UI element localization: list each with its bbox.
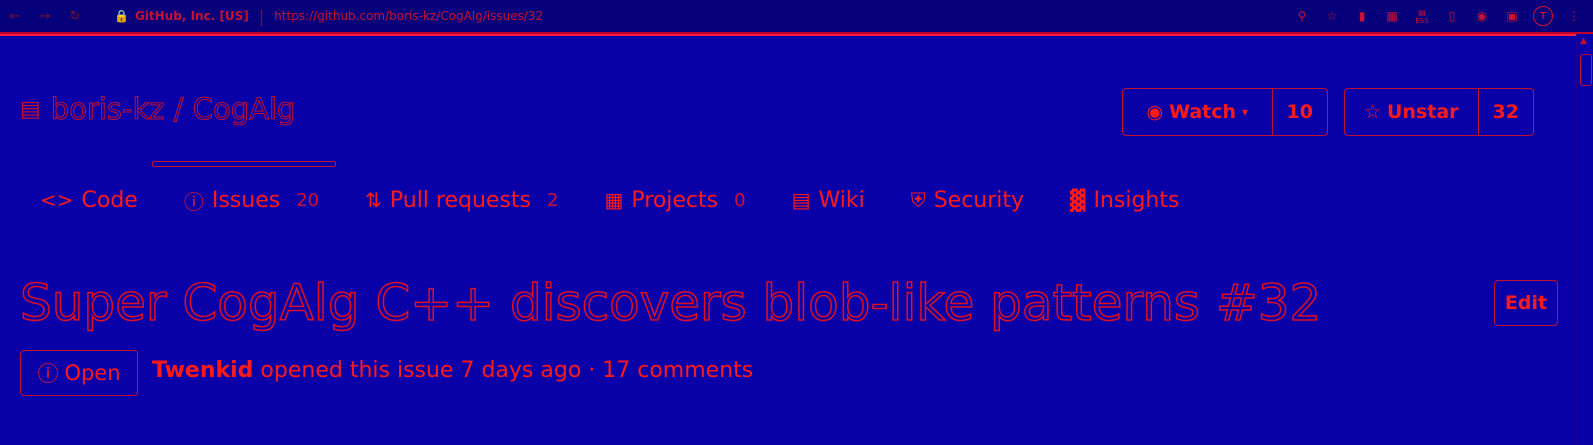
tab-wiki[interactable]: ▤ Wiki xyxy=(792,188,865,213)
forward-icon[interactable]: → xyxy=(30,0,60,32)
watch-button[interactable]: ◉ Watch ▾ xyxy=(1123,89,1273,135)
lock-icon: 🔒 xyxy=(114,9,129,23)
scrollbar-thumb[interactable] xyxy=(1580,54,1592,86)
issue-meta-text: opened this issue 7 days ago · 17 commen… xyxy=(260,358,754,383)
zoom-icon[interactable]: ⚲ xyxy=(1293,7,1311,25)
unstar-button[interactable]: ☆ Unstar xyxy=(1345,89,1479,135)
profile-avatar[interactable]: T xyxy=(1533,6,1553,26)
tab-label: Wiki xyxy=(818,187,865,213)
shield-icon: ⛨ xyxy=(910,188,926,212)
book-icon: ▤ xyxy=(791,188,811,212)
ext-f-icon[interactable]: ▣ xyxy=(1503,7,1521,25)
browser-toolbar: ← → ↻ 🔒 GitHub, Inc. [US] | https://gith… xyxy=(0,0,1593,34)
star-count[interactable]: 32 xyxy=(1479,89,1533,135)
tab-label: Security xyxy=(933,187,1025,213)
tab-code[interactable]: <> Code xyxy=(40,188,138,213)
tab-counter: 20 xyxy=(296,189,320,211)
graph-icon: ▓ xyxy=(1070,188,1086,212)
ext-c-icon[interactable]: ▤ ESS xyxy=(1413,7,1431,25)
page-scrollbar[interactable]: ▲ xyxy=(1576,34,1593,445)
site-identity[interactable]: 🔒 GitHub, Inc. [US] xyxy=(114,9,249,23)
eye-icon: ◉ xyxy=(1146,101,1164,123)
bookmark-star-icon[interactable]: ☆ xyxy=(1323,7,1341,25)
code-icon: <> xyxy=(40,188,74,212)
repo-tabs: <> Code ⓘ Issues 20 ⇅ Pull requests 2 ▦ … xyxy=(40,180,1225,220)
issue-title: Super CogAlg C++ discovers blob-like pat… xyxy=(19,273,1322,333)
git-pull-request-icon: ⇅ xyxy=(365,188,382,212)
chevron-down-icon: ▾ xyxy=(1242,105,1249,119)
tab-pull-requests[interactable]: ⇅ Pull requests 2 xyxy=(365,188,558,213)
back-icon[interactable]: ← xyxy=(0,0,30,32)
unstar-label: Unstar xyxy=(1387,101,1459,123)
star-icon: ☆ xyxy=(1363,101,1382,123)
repo-icon: ▤ xyxy=(20,96,41,122)
toolbar-divider xyxy=(0,34,1593,36)
tab-label: Issues xyxy=(211,187,281,213)
status-label: Open xyxy=(64,361,121,385)
tab-counter: 2 xyxy=(547,189,559,211)
ext-d-icon[interactable]: ▯ xyxy=(1443,7,1461,25)
address-bar[interactable]: https://github.com/boris-kz/CogAlg/issue… xyxy=(274,9,543,23)
tab-label: Projects xyxy=(631,187,719,213)
watch-label: Watch xyxy=(1169,101,1237,123)
tab-label: Insights xyxy=(1093,187,1180,213)
tab-counter: 0 xyxy=(734,189,746,211)
site-identity-label: GitHub, Inc. [US] xyxy=(134,9,249,23)
tab-security[interactable]: ⛨ Security xyxy=(911,188,1024,213)
url-separator: | xyxy=(258,6,265,26)
status-badge: ⓘ Open xyxy=(20,350,138,396)
scroll-up-icon[interactable]: ▲ xyxy=(1580,36,1587,46)
star-button-group: ☆ Unstar 32 xyxy=(1344,88,1534,136)
kebab-menu-icon[interactable]: ⋮ xyxy=(1565,7,1583,25)
tab-issues[interactable]: ⓘ Issues 20 xyxy=(184,186,319,215)
tab-label: Pull requests xyxy=(389,187,532,213)
tab-label: Code xyxy=(81,187,138,213)
tab-insights[interactable]: ▓ Insights xyxy=(1070,188,1179,213)
issue-opened-icon: ⓘ xyxy=(37,362,59,386)
issue-author-link[interactable]: Twenkid xyxy=(152,358,253,383)
issue-opened-icon: ⓘ xyxy=(183,189,204,214)
ext-badge: ESS xyxy=(1415,16,1429,25)
repo-full-name[interactable]: boris-kz / CogAlg xyxy=(50,92,296,127)
watch-count[interactable]: 10 xyxy=(1273,89,1327,135)
ext-b-icon[interactable]: ▦ xyxy=(1383,7,1401,25)
issue-meta: Twenkid opened this issue 7 days ago · 1… xyxy=(152,358,753,383)
watch-button-group: ◉ Watch ▾ 10 xyxy=(1122,88,1328,136)
tab-projects[interactable]: ▦ Projects 0 xyxy=(604,188,745,213)
extensions-bar: ⚲ ☆ ▮ ▦ ▤ ESS ▯ ◉ ▣ T ⋮ xyxy=(1293,0,1583,32)
ext-e-icon[interactable]: ◉ xyxy=(1473,7,1491,25)
edit-button[interactable]: Edit xyxy=(1494,280,1558,326)
ext-a-icon[interactable]: ▮ xyxy=(1353,7,1371,25)
project-icon: ▦ xyxy=(604,188,624,212)
reload-icon[interactable]: ↻ xyxy=(60,0,90,32)
repo-title[interactable]: ▤ boris-kz / CogAlg xyxy=(20,92,296,127)
selected-tab-indicator xyxy=(152,161,336,167)
